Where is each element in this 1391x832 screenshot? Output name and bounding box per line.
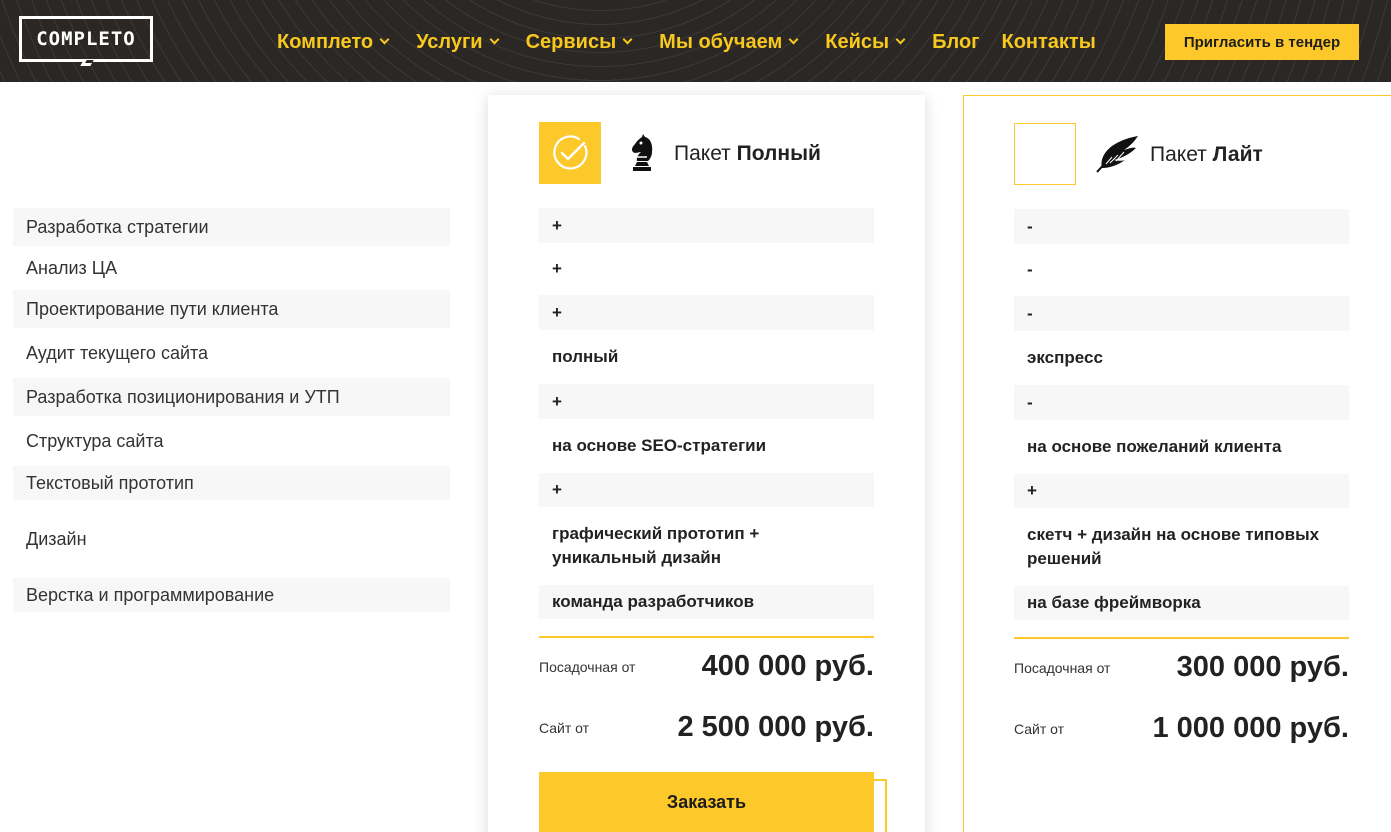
feature-item: Дизайн — [26, 528, 87, 549]
landing-price-line: Посадочная от 300 000 руб. — [1014, 651, 1349, 684]
package-title-name: Полный — [736, 142, 821, 165]
check-circle-icon — [553, 135, 588, 170]
landing-price-label: Посадочная от — [1014, 659, 1111, 676]
nav-item-tools[interactable]: Сервисы — [525, 30, 633, 54]
package-title: Пакет Лайт — [1150, 143, 1263, 167]
site-price-line: Сайт от 1 000 000 руб. — [1014, 712, 1349, 745]
feature-item: Проектирование пути клиента — [13, 290, 450, 328]
site-price-line: Сайт от 2 500 000 руб. — [539, 711, 874, 744]
landing-price-value: 300 000 руб. — [1176, 651, 1349, 683]
logo[interactable]: COMPLETO — [19, 16, 153, 62]
package-row: + — [539, 208, 874, 243]
feature-item: Анализ ЦА — [26, 257, 118, 278]
package-row: + — [539, 295, 874, 330]
package-row: + — [539, 384, 874, 419]
chevron-down-icon — [895, 34, 906, 45]
package-card-lite: Пакет Лайт - - - экспресс - на основе по… — [963, 95, 1391, 832]
package-title: Пакет Полный — [674, 142, 821, 166]
package-row: экспресс — [1027, 348, 1103, 367]
package-title-prefix: Пакет — [1150, 143, 1207, 166]
package-row: на базе фреймворка — [1014, 586, 1349, 620]
logo-text: COMPLETO — [36, 28, 136, 50]
nav-item-cases[interactable]: Кейсы — [825, 30, 906, 54]
nav-item-blog[interactable]: Блог — [932, 31, 979, 54]
nav-item-label: Контакты — [1001, 30, 1096, 53]
package-title-prefix: Пакет — [674, 142, 731, 165]
package-select-checkbox[interactable] — [1014, 123, 1076, 185]
feather-icon — [1094, 132, 1138, 176]
nav-item-label: Блог — [932, 30, 980, 53]
site-price-label: Сайт от — [1014, 720, 1065, 737]
package-select-checkbox[interactable] — [539, 122, 601, 184]
nav-item-contacts[interactable]: Контакты — [1002, 31, 1096, 54]
site-header: COMPLETO Комплето Услуги Сервисы Мы обуч… — [0, 0, 1391, 82]
nav-item-kompleto[interactable]: Комплето — [277, 30, 390, 54]
package-row: скетч + дизайн на основе типовых решений — [1027, 525, 1320, 568]
landing-price-value: 400 000 руб. — [701, 650, 874, 682]
chevron-down-icon — [379, 34, 390, 45]
nav-item-label: Кейсы — [825, 30, 890, 53]
package-row: - — [1014, 296, 1349, 331]
landing-price-line: Посадочная от 400 000 руб. — [539, 650, 874, 683]
package-row: + — [552, 259, 562, 278]
package-rows: - - - экспресс - на основе пожеланий кли… — [1014, 209, 1349, 620]
package-row: + — [539, 473, 874, 507]
price-divider — [1014, 637, 1349, 639]
nav-item-training[interactable]: Мы обучаем — [659, 30, 799, 54]
feature-item: Структура сайта — [26, 430, 164, 451]
package-title-name: Лайт — [1212, 143, 1263, 166]
site-price-label: Сайт от — [539, 719, 590, 736]
feature-item: Аудит текущего сайта — [26, 342, 209, 363]
nav-item-services[interactable]: Услуги — [416, 30, 500, 54]
chevron-down-icon — [622, 34, 633, 45]
feature-list: Разработка стратегии Анализ ЦА Проектиро… — [13, 208, 450, 612]
package-row: - — [1027, 260, 1033, 279]
nav-item-label: Услуги — [416, 30, 483, 53]
nav-item-label: Мы обучаем — [659, 30, 783, 53]
package-row: полный — [552, 347, 619, 366]
chevron-down-icon — [788, 34, 799, 45]
chess-knight-icon — [620, 131, 664, 175]
landing-price-label: Посадочная от — [539, 658, 636, 675]
feature-item: Верстка и программирование — [13, 578, 450, 612]
package-row: + — [1014, 474, 1349, 508]
package-row: - — [1014, 209, 1349, 244]
nav-item-label: Комплето — [277, 30, 374, 53]
package-rows: + + + полный + на основе SEO-стратегии +… — [539, 208, 874, 619]
order-button[interactable]: Заказать — [539, 772, 874, 832]
package-row: команда разработчиков — [539, 585, 874, 619]
package-row: - — [1014, 385, 1349, 420]
feature-item: Разработка стратегии — [13, 208, 450, 246]
nav-item-label: Сервисы — [525, 30, 617, 53]
package-row: графический прототип + уникальный дизайн — [552, 524, 760, 567]
package-card-full: Пакет Полный + + + полный + на основе SE… — [488, 95, 925, 832]
price-divider — [539, 636, 874, 638]
package-row: на основе SEO-стратегии — [552, 436, 767, 455]
site-price-value: 1 000 000 руб. — [1152, 712, 1349, 744]
package-row: на основе пожеланий клиента — [1027, 437, 1282, 456]
chevron-down-icon — [489, 34, 500, 45]
main-nav: Комплето Услуги Сервисы Мы обучаем Кейсы… — [277, 28, 1096, 56]
site-price-value: 2 500 000 руб. — [677, 711, 874, 743]
feature-item: Разработка позиционирования и УТП — [13, 378, 450, 416]
feature-item: Текстовый прототип — [13, 466, 450, 500]
invite-tender-button[interactable]: Пригласить в тендер — [1165, 24, 1359, 60]
